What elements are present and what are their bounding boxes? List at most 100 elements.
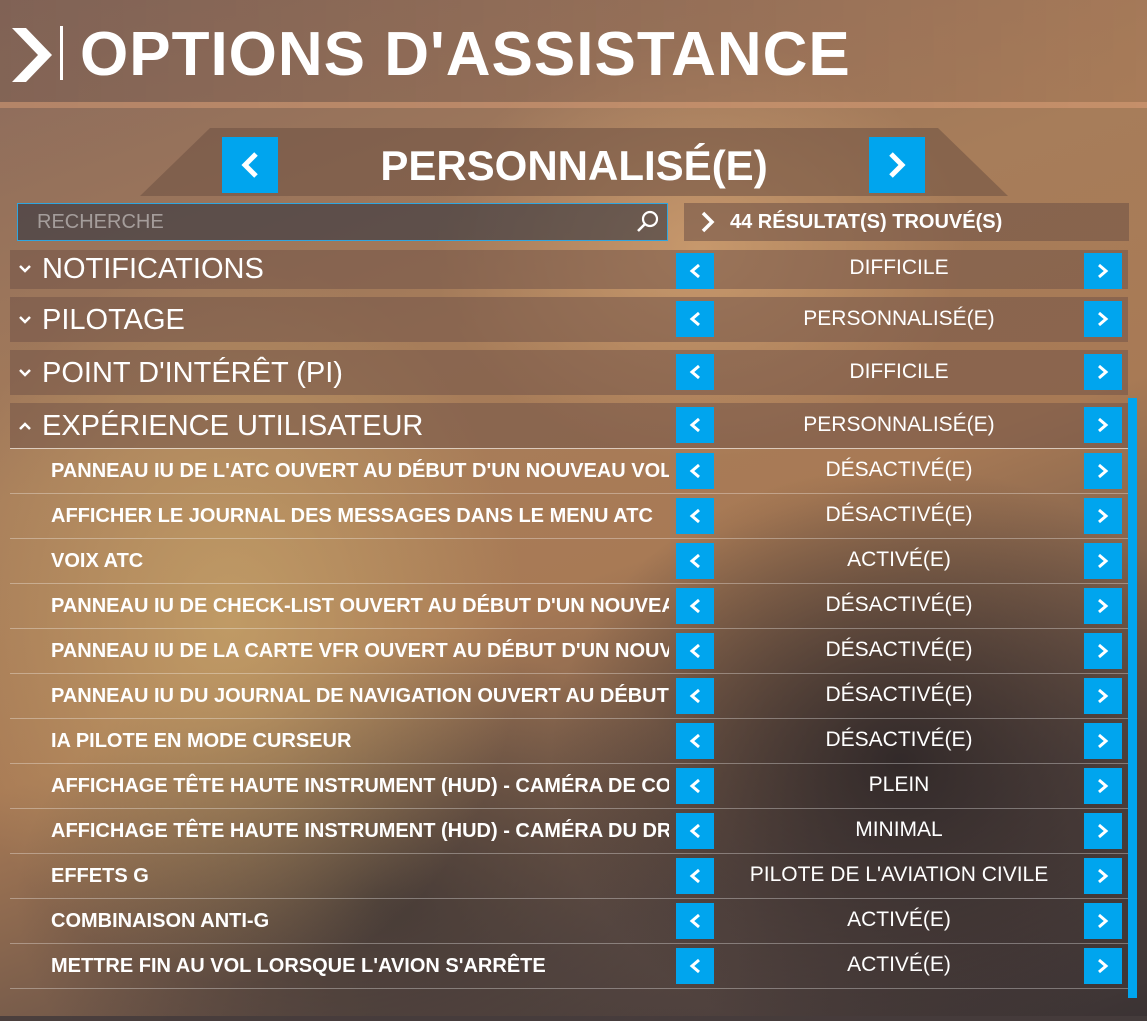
value-next-button[interactable]	[1084, 678, 1122, 714]
option-row[interactable]: AFFICHER LE JOURNAL DES MESSAGES DANS LE…	[10, 494, 1128, 539]
option-value: DÉSACTIVÉ(E)	[825, 458, 973, 481]
preset-prev-button[interactable]	[222, 137, 278, 193]
option-row[interactable]: PANNEAU IU DU JOURNAL DE NAVIGATION OUVE…	[10, 674, 1128, 719]
value-prev-button[interactable]	[676, 723, 714, 759]
chevron-right-icon	[1098, 508, 1109, 524]
value-next-button[interactable]	[1084, 723, 1122, 759]
chevron-down-icon	[19, 265, 31, 273]
category-value: DIFFICILE	[849, 256, 949, 279]
chevron-right-icon	[1098, 868, 1109, 884]
option-value: ACTIVÉ(E)	[847, 908, 951, 931]
option-row[interactable]: AFFICHAGE TÊTE HAUTE INSTRUMENT (HUD) - …	[10, 764, 1128, 809]
option-row[interactable]: PANNEAU IU DE L'ATC OUVERT AU DÉBUT D'UN…	[10, 449, 1128, 494]
chevron-right-icon	[1098, 311, 1109, 327]
option-value: DÉSACTIVÉ(E)	[825, 593, 973, 616]
option-row[interactable]: EFFETS G PILOTE DE L'AVIATION CIVILE	[10, 854, 1128, 899]
value-next-button[interactable]	[1084, 858, 1122, 894]
option-row[interactable]: PANNEAU IU DE CHECK-LIST OUVERT AU DÉBUT…	[10, 584, 1128, 629]
chevron-left-icon	[689, 263, 700, 279]
header: OPTIONS D'ASSISTANCE	[0, 0, 1147, 108]
value-prev-button[interactable]	[676, 354, 714, 390]
category-label: EXPÉRIENCE UTILISATEUR	[42, 410, 424, 442]
value-prev-button[interactable]	[676, 301, 714, 337]
chevron-left-icon	[689, 688, 700, 704]
chevron-left-icon	[689, 463, 700, 479]
value-next-button[interactable]	[1084, 543, 1122, 579]
search-box[interactable]	[17, 203, 668, 241]
value-prev-button[interactable]	[676, 813, 714, 849]
option-value: ACTIVÉ(E)	[847, 953, 951, 976]
page-title: OPTIONS D'ASSISTANCE	[80, 20, 851, 89]
category-notifications[interactable]: NOTIFICATIONS DIFFICILE	[10, 250, 1128, 297]
value-next-button[interactable]	[1084, 903, 1122, 939]
value-next-button[interactable]	[1084, 813, 1122, 849]
chevron-left-icon	[689, 733, 700, 749]
scrollbar[interactable]	[1128, 398, 1137, 998]
value-prev-button[interactable]	[676, 588, 714, 624]
value-prev-button[interactable]	[676, 678, 714, 714]
chevron-right-icon	[1098, 364, 1109, 380]
option-label: PANNEAU IU DE L'ATC OUVERT AU DÉBUT D'UN…	[51, 460, 669, 482]
chevron-right-icon	[1098, 688, 1109, 704]
value-prev-button[interactable]	[676, 498, 714, 534]
search-input[interactable]	[18, 204, 628, 240]
value-next-button[interactable]	[1084, 407, 1122, 443]
option-label: PANNEAU IU DE LA CARTE VFR OUVERT AU DÉB…	[51, 640, 669, 662]
option-row[interactable]: COMBINAISON ANTI-G ACTIVÉ(E)	[10, 899, 1128, 944]
value-prev-button[interactable]	[676, 903, 714, 939]
results-text: 44 RÉSULTAT(S) TROUVÉ(S)	[730, 210, 1003, 233]
value-next-button[interactable]	[1084, 301, 1122, 337]
search-icon[interactable]	[635, 209, 661, 235]
value-prev-button[interactable]	[676, 633, 714, 669]
value-prev-button[interactable]	[676, 453, 714, 489]
category-value: PERSONNALISÉ(E)	[803, 413, 995, 436]
chevron-left-icon	[689, 311, 700, 327]
chevron-right-icon	[889, 152, 906, 178]
value-next-button[interactable]	[1084, 768, 1122, 804]
header-divider	[60, 26, 63, 80]
category-value: DIFFICILE	[849, 360, 949, 383]
value-prev-button[interactable]	[676, 768, 714, 804]
chevron-right-icon	[1098, 958, 1109, 974]
value-next-button[interactable]	[1084, 453, 1122, 489]
chevron-right-icon	[1098, 643, 1109, 659]
chevron-left-icon	[689, 868, 700, 884]
option-row[interactable]: METTRE FIN AU VOL LORSQUE L'AVION S'ARRÊ…	[10, 944, 1128, 989]
option-row[interactable]: AFFICHAGE TÊTE HAUTE INSTRUMENT (HUD) - …	[10, 809, 1128, 854]
option-value: DÉSACTIVÉ(E)	[825, 683, 973, 706]
value-next-button[interactable]	[1084, 253, 1122, 289]
option-value: MINIMAL	[855, 818, 943, 841]
category-pilotage[interactable]: PILOTAGE PERSONNALISÉ(E)	[10, 297, 1128, 350]
bottom-divider	[0, 1016, 1147, 1021]
option-label: VOIX ATC	[51, 550, 144, 572]
chevron-down-icon	[19, 316, 31, 324]
option-row[interactable]: PANNEAU IU DE LA CARTE VFR OUVERT AU DÉB…	[10, 629, 1128, 674]
value-next-button[interactable]	[1084, 633, 1122, 669]
option-value: PLEIN	[868, 773, 930, 796]
option-row[interactable]: IA PILOTE EN MODE CURSEUR DÉSACTIVÉ(E)	[10, 719, 1128, 764]
chevron-right-icon	[1098, 823, 1109, 839]
options-list: NOTIFICATIONS DIFFICILE PILOTAGE PERSONN…	[10, 250, 1128, 989]
chevron-right-icon	[701, 211, 715, 233]
value-prev-button[interactable]	[676, 858, 714, 894]
chevron-right-icon	[1098, 553, 1109, 569]
value-next-button[interactable]	[1084, 354, 1122, 390]
option-row[interactable]: VOIX ATC ACTIVÉ(E)	[10, 539, 1128, 584]
option-value: DÉSACTIVÉ(E)	[825, 503, 973, 526]
option-label: PANNEAU IU DE CHECK-LIST OUVERT AU DÉBUT…	[51, 595, 669, 617]
preset-next-button[interactable]	[869, 137, 925, 193]
value-prev-button[interactable]	[676, 543, 714, 579]
category-point-interet[interactable]: POINT D'INTÉRÊT (PI) DIFFICILE	[10, 350, 1128, 403]
value-next-button[interactable]	[1084, 948, 1122, 984]
chevron-down-icon	[19, 369, 31, 377]
value-next-button[interactable]	[1084, 588, 1122, 624]
value-prev-button[interactable]	[676, 253, 714, 289]
value-prev-button[interactable]	[676, 407, 714, 443]
option-label: IA PILOTE EN MODE CURSEUR	[51, 730, 352, 752]
value-prev-button[interactable]	[676, 948, 714, 984]
value-next-button[interactable]	[1084, 498, 1122, 534]
chevron-right-icon	[1098, 263, 1109, 279]
back-chevron-icon[interactable]	[12, 28, 52, 82]
category-experience-utilisateur[interactable]: EXPÉRIENCE UTILISATEUR PERSONNALISÉ(E)	[10, 403, 1128, 449]
option-label: AFFICHAGE TÊTE HAUTE INSTRUMENT (HUD) - …	[51, 775, 669, 797]
